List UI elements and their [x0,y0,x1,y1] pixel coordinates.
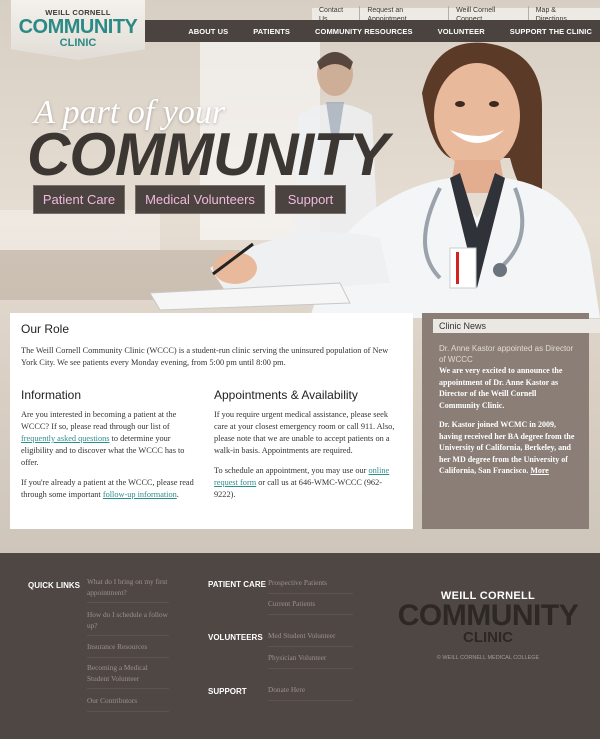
information-heading: Information [21,388,82,402]
footer-link-schedule-follow-up[interactable]: How do I schedule a follow up? [87,610,169,636]
faq-link[interactable]: frequently asked questions [21,434,109,443]
news-item-p2: Dr. Kastor joined WCMC in 2009, having r… [439,420,575,475]
footer-link-donate-here[interactable]: Donate Here [268,685,353,701]
patient-care-label: PATIENT CARE [208,580,266,589]
patient-care-button[interactable]: Patient Care [33,185,125,214]
information-text: Are you interested in becoming a patient… [21,409,197,501]
logo-line1: WEILL CORNELL [45,8,111,17]
main-nav: ABOUT US PATIENTS COMMUNITY RESOURCES VO… [144,20,600,42]
clinic-news-heading: Clinic News [433,319,600,333]
our-role-heading: Our Role [21,322,70,336]
footer-logo: WEILL CORNELL COMMUNITY CLINIC © WEILL C… [396,590,580,661]
our-role-text: The Weill Cornell Community Clinic (WCCC… [21,346,389,367]
logo-line2: COMMUNITY [18,16,138,38]
hero-headline: COMMUNITY [27,121,389,188]
footer-copyright: © WEILL CORNELL MEDICAL COLLEGE [436,655,540,661]
background-window [0,210,160,250]
clinic-news-panel: Clinic News Dr. Anne Kastor appointed as… [422,313,600,529]
logo-line3: CLINIC [59,37,97,49]
footer-link-current-patients[interactable]: Current Patients [268,599,353,615]
news-more-link[interactable]: More [530,466,549,475]
quick-links-label: QUICK LINKS [28,581,80,590]
news-item-title[interactable]: Dr. Anne Kastor appointed as Director of… [439,343,579,365]
main-content-card: Our Role The Weill Cornell Community Cli… [10,313,413,529]
footer-link-insurance-resources[interactable]: Insurance Resources [87,642,169,658]
clinic-news-body: Dr. Anne Kastor appointed as Director of… [439,343,579,477]
support-button[interactable]: Support [275,185,346,214]
footer-link-med-student-volunteer[interactable]: Med Student Volunteer [268,631,353,647]
footer-link-physician-volunteer[interactable]: Physician Volunteer [268,653,353,669]
nav-volunteer[interactable]: VOLUNTEER [438,27,485,36]
nav-support-the-clinic[interactable]: SUPPORT THE CLINIC [510,27,592,36]
footer-logo-line3: CLINIC [463,629,513,646]
info-p1-text: Are you interested in becoming a patient… [21,410,177,431]
news-item-p1: We are very excited to announce the appo… [439,366,563,410]
footer-link-prospective-patients[interactable]: Prospective Patients [268,578,353,594]
appointments-p1: If you require urgent medical assistance… [214,410,395,455]
footer-link-first-appointment[interactable]: What do I bring on my first appointment? [87,577,169,603]
medical-volunteers-button[interactable]: Medical Volunteers [135,185,265,214]
footer-logo-line2: COMMUNITY [397,599,579,632]
footer-link-our-contributors[interactable]: Our Contributors [87,696,169,712]
follow-up-link[interactable]: follow-up information [103,490,177,499]
nav-patients[interactable]: PATIENTS [253,27,290,36]
footer-link-medical-student-volunteer[interactable]: Becoming a Medical Student Volunteer [87,663,169,689]
volunteers-label: VOLUNTEERS [208,633,263,642]
appt-p2-text: To schedule an appointment, you may use … [214,466,369,475]
nav-community-resources[interactable]: COMMUNITY RESOURCES [315,27,413,36]
nav-about-us[interactable]: ABOUT US [188,27,228,36]
info-p2-text-end: . [176,490,179,499]
appointments-text: If you require urgent medical assistance… [214,409,396,501]
site-logo[interactable]: WEILL CORNELL COMMUNITY CLINIC [11,0,145,60]
support-label: SUPPORT [208,687,247,696]
appointments-heading: Appointments & Availability [214,388,358,402]
